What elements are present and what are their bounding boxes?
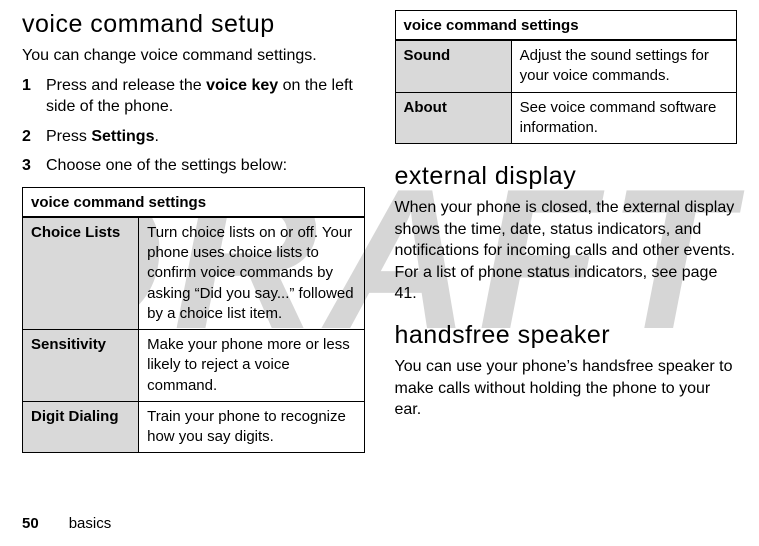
table-row: Choice Lists Turn choice lists on or off… <box>23 217 365 330</box>
row-label: Sound <box>395 40 511 92</box>
page-footer: 50 basics <box>22 515 111 532</box>
row-desc: See voice command software information. <box>511 92 736 144</box>
page-number: 50 <box>22 515 39 532</box>
heading-external-display: external display <box>395 162 738 191</box>
table-header-left: voice command settings <box>23 187 365 217</box>
table-row: Digit Dialing Train your phone to recogn… <box>23 401 365 453</box>
step-2-bold: Settings <box>91 128 154 145</box>
step-2-text-c: . <box>154 128 158 145</box>
intro-text: You can change voice command settings. <box>22 45 365 67</box>
section-name: basics <box>69 515 112 532</box>
row-label: Sensitivity <box>23 330 139 402</box>
right-column: voice command settings Sound Adjust the … <box>395 10 738 453</box>
row-desc: Turn choice lists on or off. Your phone … <box>139 217 364 330</box>
table-header-right: voice command settings <box>395 11 737 41</box>
steps-list: Press and release the voice key on the l… <box>22 75 365 177</box>
step-1-bold: voice key <box>206 77 278 94</box>
table-row: Sound Adjust the sound settings for your… <box>395 40 737 92</box>
handsfree-text: You can use your phone’s handsfree speak… <box>395 356 738 421</box>
row-label: Choice Lists <box>23 217 139 330</box>
row-desc: Train your phone to recognize how you sa… <box>139 401 364 453</box>
row-label: About <box>395 92 511 144</box>
heading-voice-command-setup: voice command setup <box>22 10 365 39</box>
row-label: Digit Dialing <box>23 401 139 453</box>
external-display-text: When your phone is closed, the external … <box>395 197 738 305</box>
table-row: About See voice command software informa… <box>395 92 737 144</box>
table-row: Sensitivity Make your phone more or less… <box>23 330 365 402</box>
step-1-text-a: Press and release the <box>46 77 206 94</box>
step-3: Choose one of the settings below: <box>22 155 365 177</box>
row-desc: Adjust the sound settings for your voice… <box>511 40 736 92</box>
settings-table-left: voice command settings Choice Lists Turn… <box>22 187 365 454</box>
step-2: Press Settings. <box>22 126 365 148</box>
heading-handsfree-speaker: handsfree speaker <box>395 321 738 350</box>
row-desc: Make your phone more or less likely to r… <box>139 330 364 402</box>
two-column-layout: voice command setup You can change voice… <box>22 10 737 453</box>
left-column: voice command setup You can change voice… <box>22 10 365 453</box>
step-2-text-a: Press <box>46 128 91 145</box>
step-1: Press and release the voice key on the l… <box>22 75 365 118</box>
settings-table-right: voice command settings Sound Adjust the … <box>395 10 738 144</box>
